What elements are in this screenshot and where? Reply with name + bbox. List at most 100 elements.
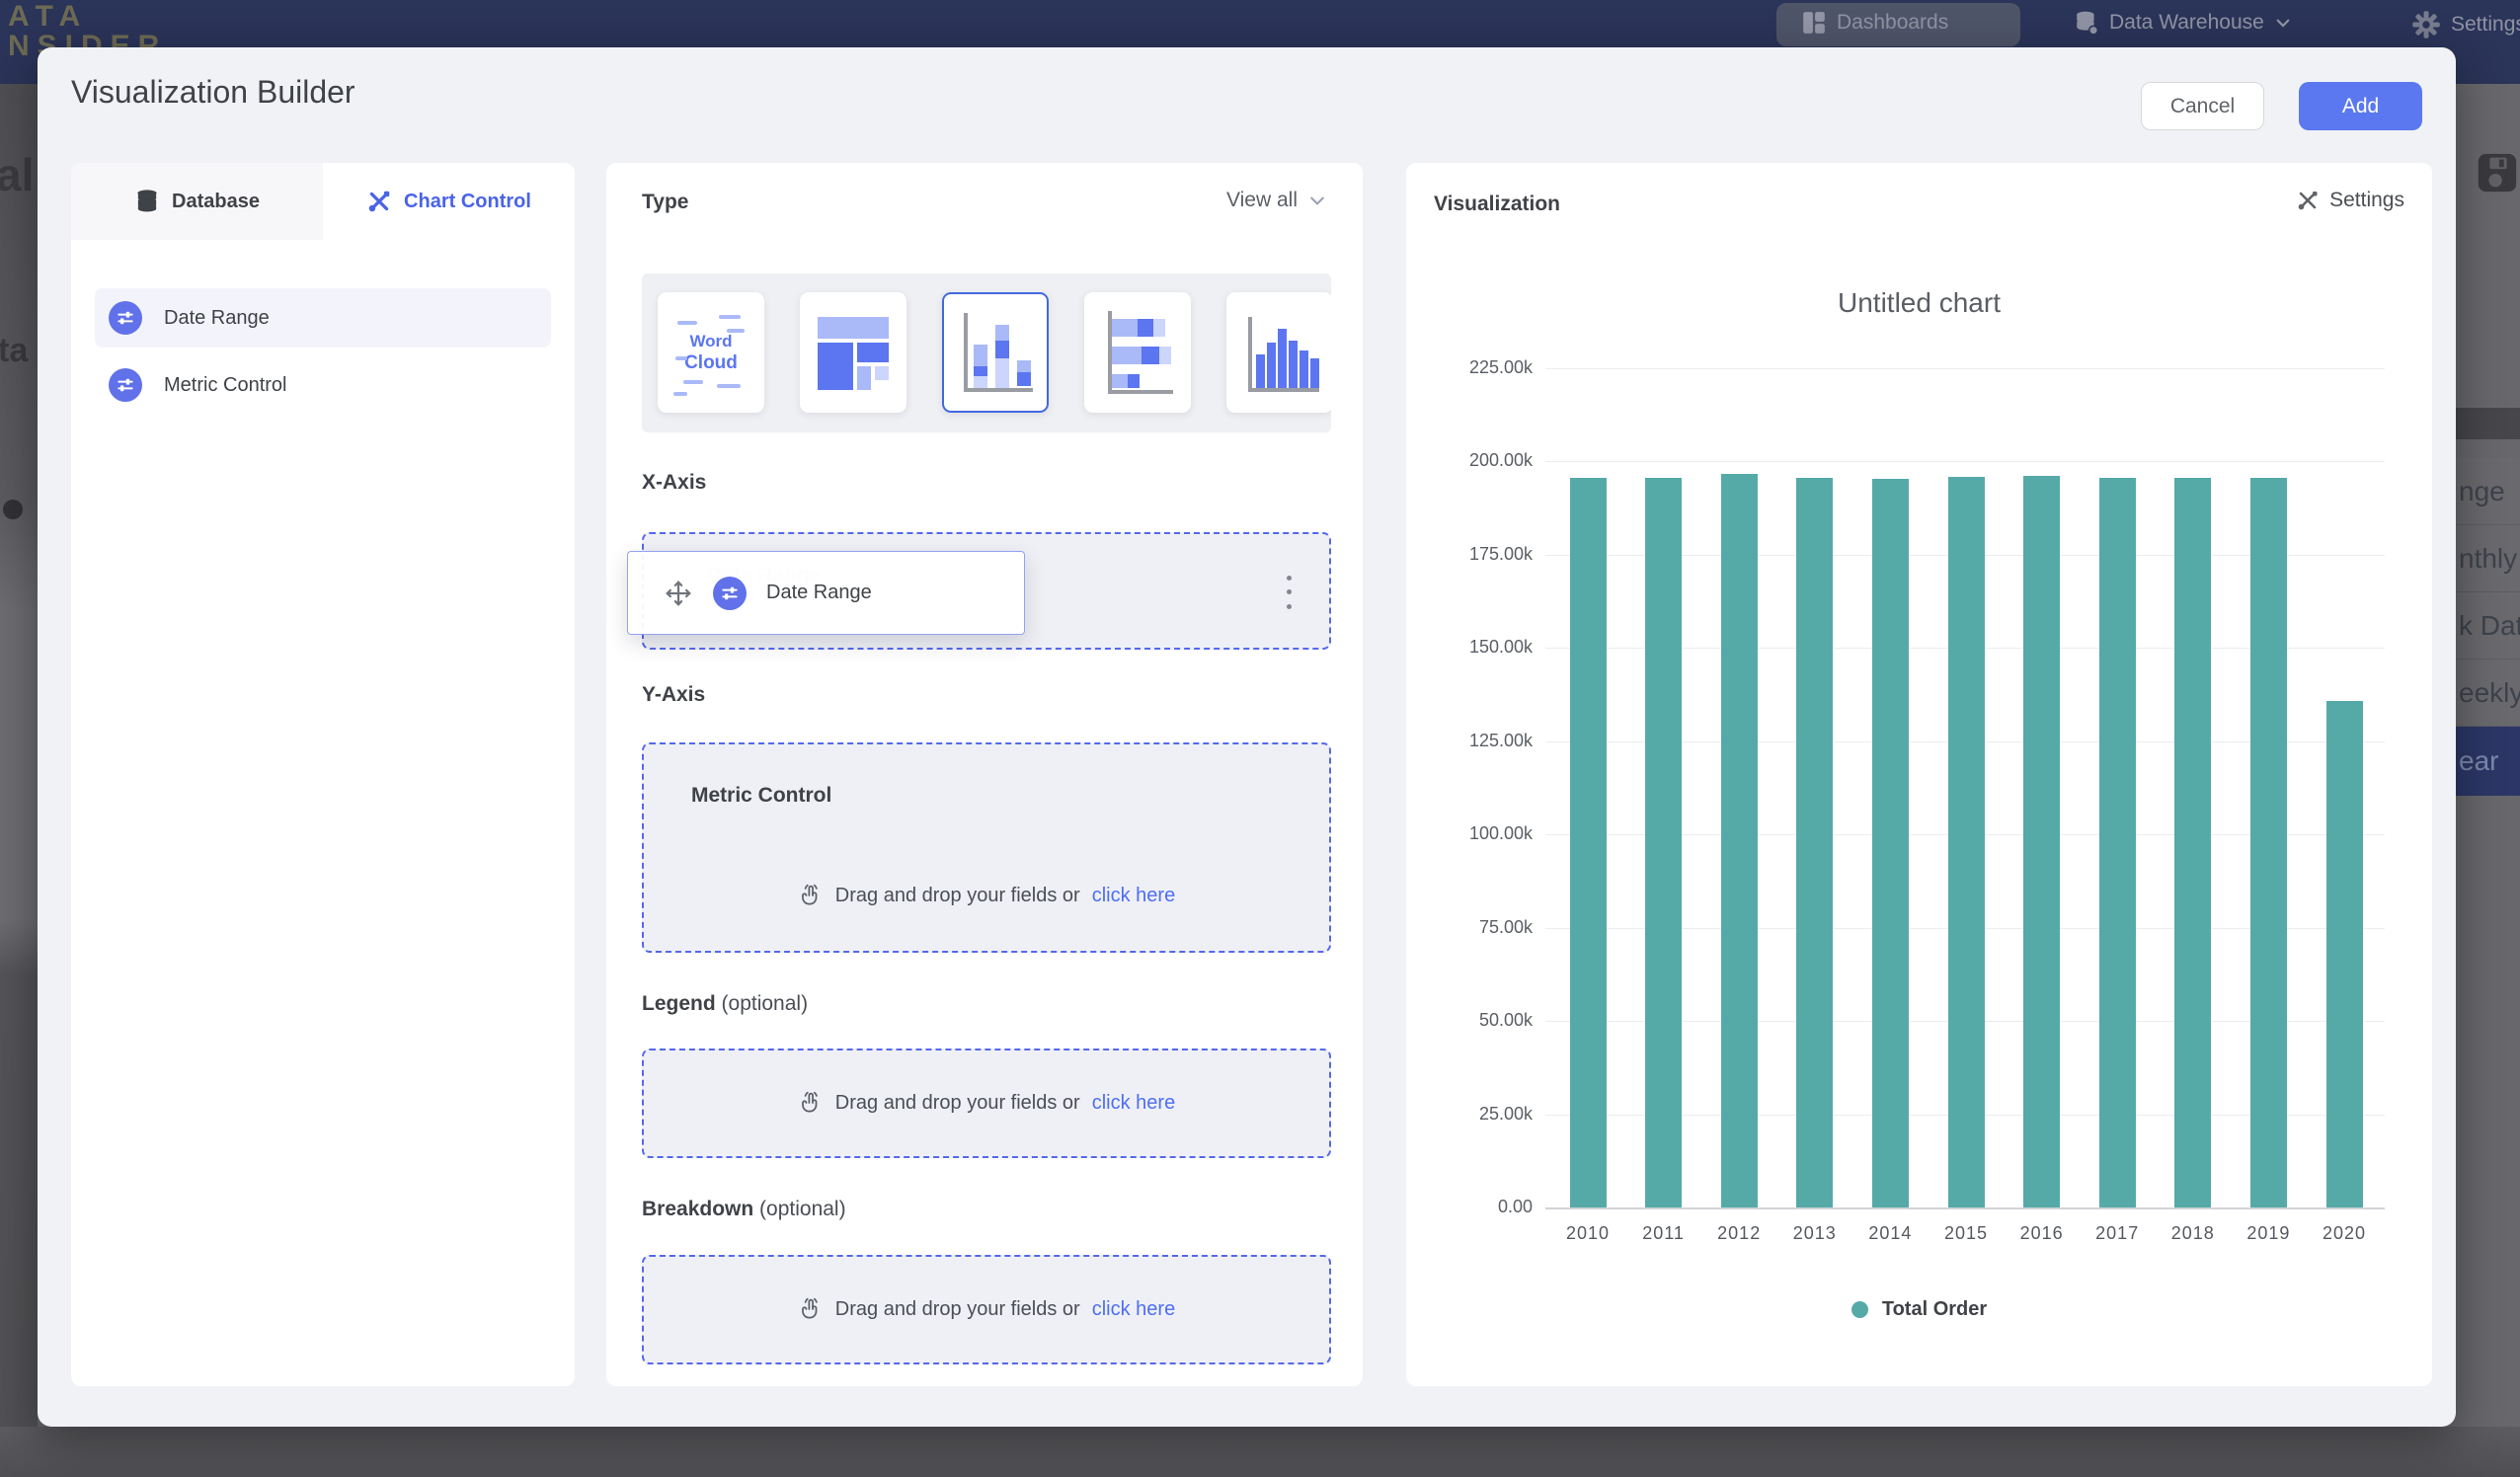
- chart-type-strip: Word Cloud: [642, 273, 1331, 432]
- y-axis-tick: 100.00k: [1406, 823, 1533, 844]
- tap-hand-icon: [798, 883, 824, 908]
- x-axis-tick: 2016: [2003, 1223, 2082, 1244]
- background-bullet-dot: [3, 500, 23, 519]
- tab-database[interactable]: Database: [71, 163, 323, 240]
- drop-text: Drag and drop your fields or: [835, 885, 1080, 907]
- modal-title: Visualization Builder: [71, 74, 355, 111]
- x-axis-dropzone[interactable]: Date Range: [642, 532, 1331, 650]
- save-button[interactable]: [2475, 150, 2520, 195]
- click-here-link[interactable]: click here: [1092, 885, 1175, 907]
- type-heading: Type: [642, 191, 688, 214]
- bar-2018: [2174, 478, 2211, 1207]
- nav-dashboards[interactable]: Dashboards: [1801, 10, 1948, 36]
- drop-text: Drag and drop your fields or: [835, 1298, 1080, 1321]
- x-axis-tick: 2013: [1775, 1223, 1854, 1244]
- visualization-panel: Visualization Settings Untitled chart 0.…: [1406, 163, 2432, 1386]
- y-axis-tick: 175.00k: [1406, 544, 1533, 565]
- chevron-down-icon: [2274, 14, 2292, 32]
- background-dropdown-option[interactable]: nge: [2456, 458, 2520, 525]
- chart-type-word-cloud[interactable]: Word Cloud: [658, 292, 764, 413]
- svg-text:Cloud: Cloud: [684, 352, 738, 373]
- legend-swatch: [1851, 1301, 1868, 1318]
- y-axis-zone-title: Metric Control: [691, 784, 831, 808]
- dragging-field-chip[interactable]: Date Range: [627, 551, 1025, 635]
- y-axis-tick: 150.00k: [1406, 637, 1533, 658]
- x-axis-tick: 2015: [1927, 1223, 2006, 1244]
- background-dropdown-option[interactable]: k Date: [2456, 592, 2520, 660]
- y-axis-tick: 0.00: [1406, 1197, 1533, 1217]
- stacked-bar-icon: [1096, 303, 1179, 402]
- chart-type-column[interactable]: [1226, 292, 1331, 413]
- tab-chart-control[interactable]: Chart Control: [323, 163, 575, 240]
- y-axis-tick: 225.00k: [1406, 357, 1533, 378]
- add-button[interactable]: Add: [2299, 82, 2422, 130]
- gridline: [1545, 368, 2385, 369]
- drop-text: Drag and drop your fields or: [835, 1092, 1080, 1115]
- legend-label: Total Order: [1882, 1298, 1987, 1321]
- field-item-label: Date Range: [164, 307, 270, 330]
- move-icon: [664, 579, 693, 608]
- x-axis-tick: 2014: [1851, 1223, 1929, 1244]
- column-icon: [1238, 303, 1321, 402]
- background-dropdown-option[interactable]: nthly: [2456, 525, 2520, 592]
- background-dropdown-option[interactable]: eekly: [2456, 660, 2520, 727]
- field-list: Date Range Metric Control: [71, 240, 575, 415]
- bar-2016: [2023, 476, 2060, 1207]
- tools-icon: [366, 189, 392, 214]
- nav-settings[interactable]: Settings: [2411, 10, 2520, 39]
- x-axis-tick: 2019: [2229, 1223, 2308, 1244]
- legend-dropzone[interactable]: Drag and drop your fields or click here: [642, 1049, 1331, 1158]
- y-axis-heading: Y-Axis: [642, 683, 705, 707]
- view-all-dropdown[interactable]: View all: [1226, 189, 1327, 212]
- builder-panel: Type View all WordCloud X-Axis Date Rang…: [606, 163, 1363, 1386]
- bar-2013: [1796, 478, 1833, 1207]
- bar-2015: [1948, 477, 1985, 1207]
- cancel-button[interactable]: Cancel: [2141, 82, 2264, 130]
- breakdown-heading: Breakdown (optional): [642, 1198, 846, 1221]
- chevron-down-icon: [1307, 191, 1327, 210]
- tab-chart-control-label: Chart Control: [404, 191, 531, 213]
- chart-type-stacked-column-selected[interactable]: [942, 292, 1049, 413]
- stacked-column-icon: [954, 303, 1037, 402]
- kebab-menu-icon[interactable]: [1280, 576, 1298, 609]
- field-item-metric-control[interactable]: Metric Control: [95, 355, 551, 415]
- field-item-label: Metric Control: [164, 374, 286, 397]
- y-axis-dropzone[interactable]: Metric Control Drag and drop your fields…: [642, 742, 1331, 953]
- background-heading-fragment: al: [0, 148, 34, 201]
- background-subheading-fragment: ta: [0, 332, 28, 370]
- gridline: [1545, 461, 2385, 462]
- y-axis-tick: 75.00k: [1406, 917, 1533, 938]
- tap-hand-icon: [798, 1090, 824, 1116]
- y-axis-tick: 50.00k: [1406, 1010, 1533, 1031]
- chart-type-stacked-bar[interactable]: [1084, 292, 1191, 413]
- bar-2011: [1645, 478, 1682, 1207]
- bar-2017: [2099, 478, 2136, 1207]
- svg-text:Word: Word: [689, 332, 732, 350]
- chart-legend: Total Order: [1406, 1298, 2432, 1321]
- bar-2020: [2326, 701, 2363, 1207]
- click-here-link[interactable]: click here: [1092, 1092, 1175, 1115]
- gridline: [1545, 1207, 2385, 1209]
- nav-data-warehouse[interactable]: Data Warehouse: [2074, 10, 2292, 36]
- word-cloud-icon: Word Cloud: [669, 303, 752, 402]
- bar-2019: [2250, 478, 2287, 1207]
- sliders-icon: [713, 577, 747, 610]
- click-here-link[interactable]: click here: [1092, 1298, 1175, 1321]
- sliders-icon: [109, 301, 142, 335]
- field-item-date-range[interactable]: Date Range: [95, 288, 551, 348]
- bar-chart: 0.0025.00k50.00k75.00k100.00k125.00k150.…: [1406, 163, 2432, 1386]
- x-axis-tick: 2010: [1548, 1223, 1627, 1244]
- gear-icon: [2411, 10, 2441, 39]
- x-axis-tick: 2011: [1624, 1223, 1703, 1244]
- background-page-left: [0, 84, 38, 1477]
- background-page-bottom: [0, 1427, 2520, 1477]
- y-axis-tick: 25.00k: [1406, 1104, 1533, 1125]
- breakdown-dropzone[interactable]: Drag and drop your fields or click here: [642, 1255, 1331, 1364]
- fields-panel: Database Chart Control Date Range Metric …: [71, 163, 575, 1386]
- background-dropdown-option[interactable]: ear: [2456, 727, 2520, 796]
- visualization-builder-modal: Visualization Builder Cancel Add Databas…: [38, 47, 2456, 1427]
- x-axis-tick: 2018: [2154, 1223, 2233, 1244]
- x-axis-tick: 2012: [1699, 1223, 1778, 1244]
- database-icon: [134, 189, 160, 214]
- chart-type-treemap[interactable]: [800, 292, 906, 413]
